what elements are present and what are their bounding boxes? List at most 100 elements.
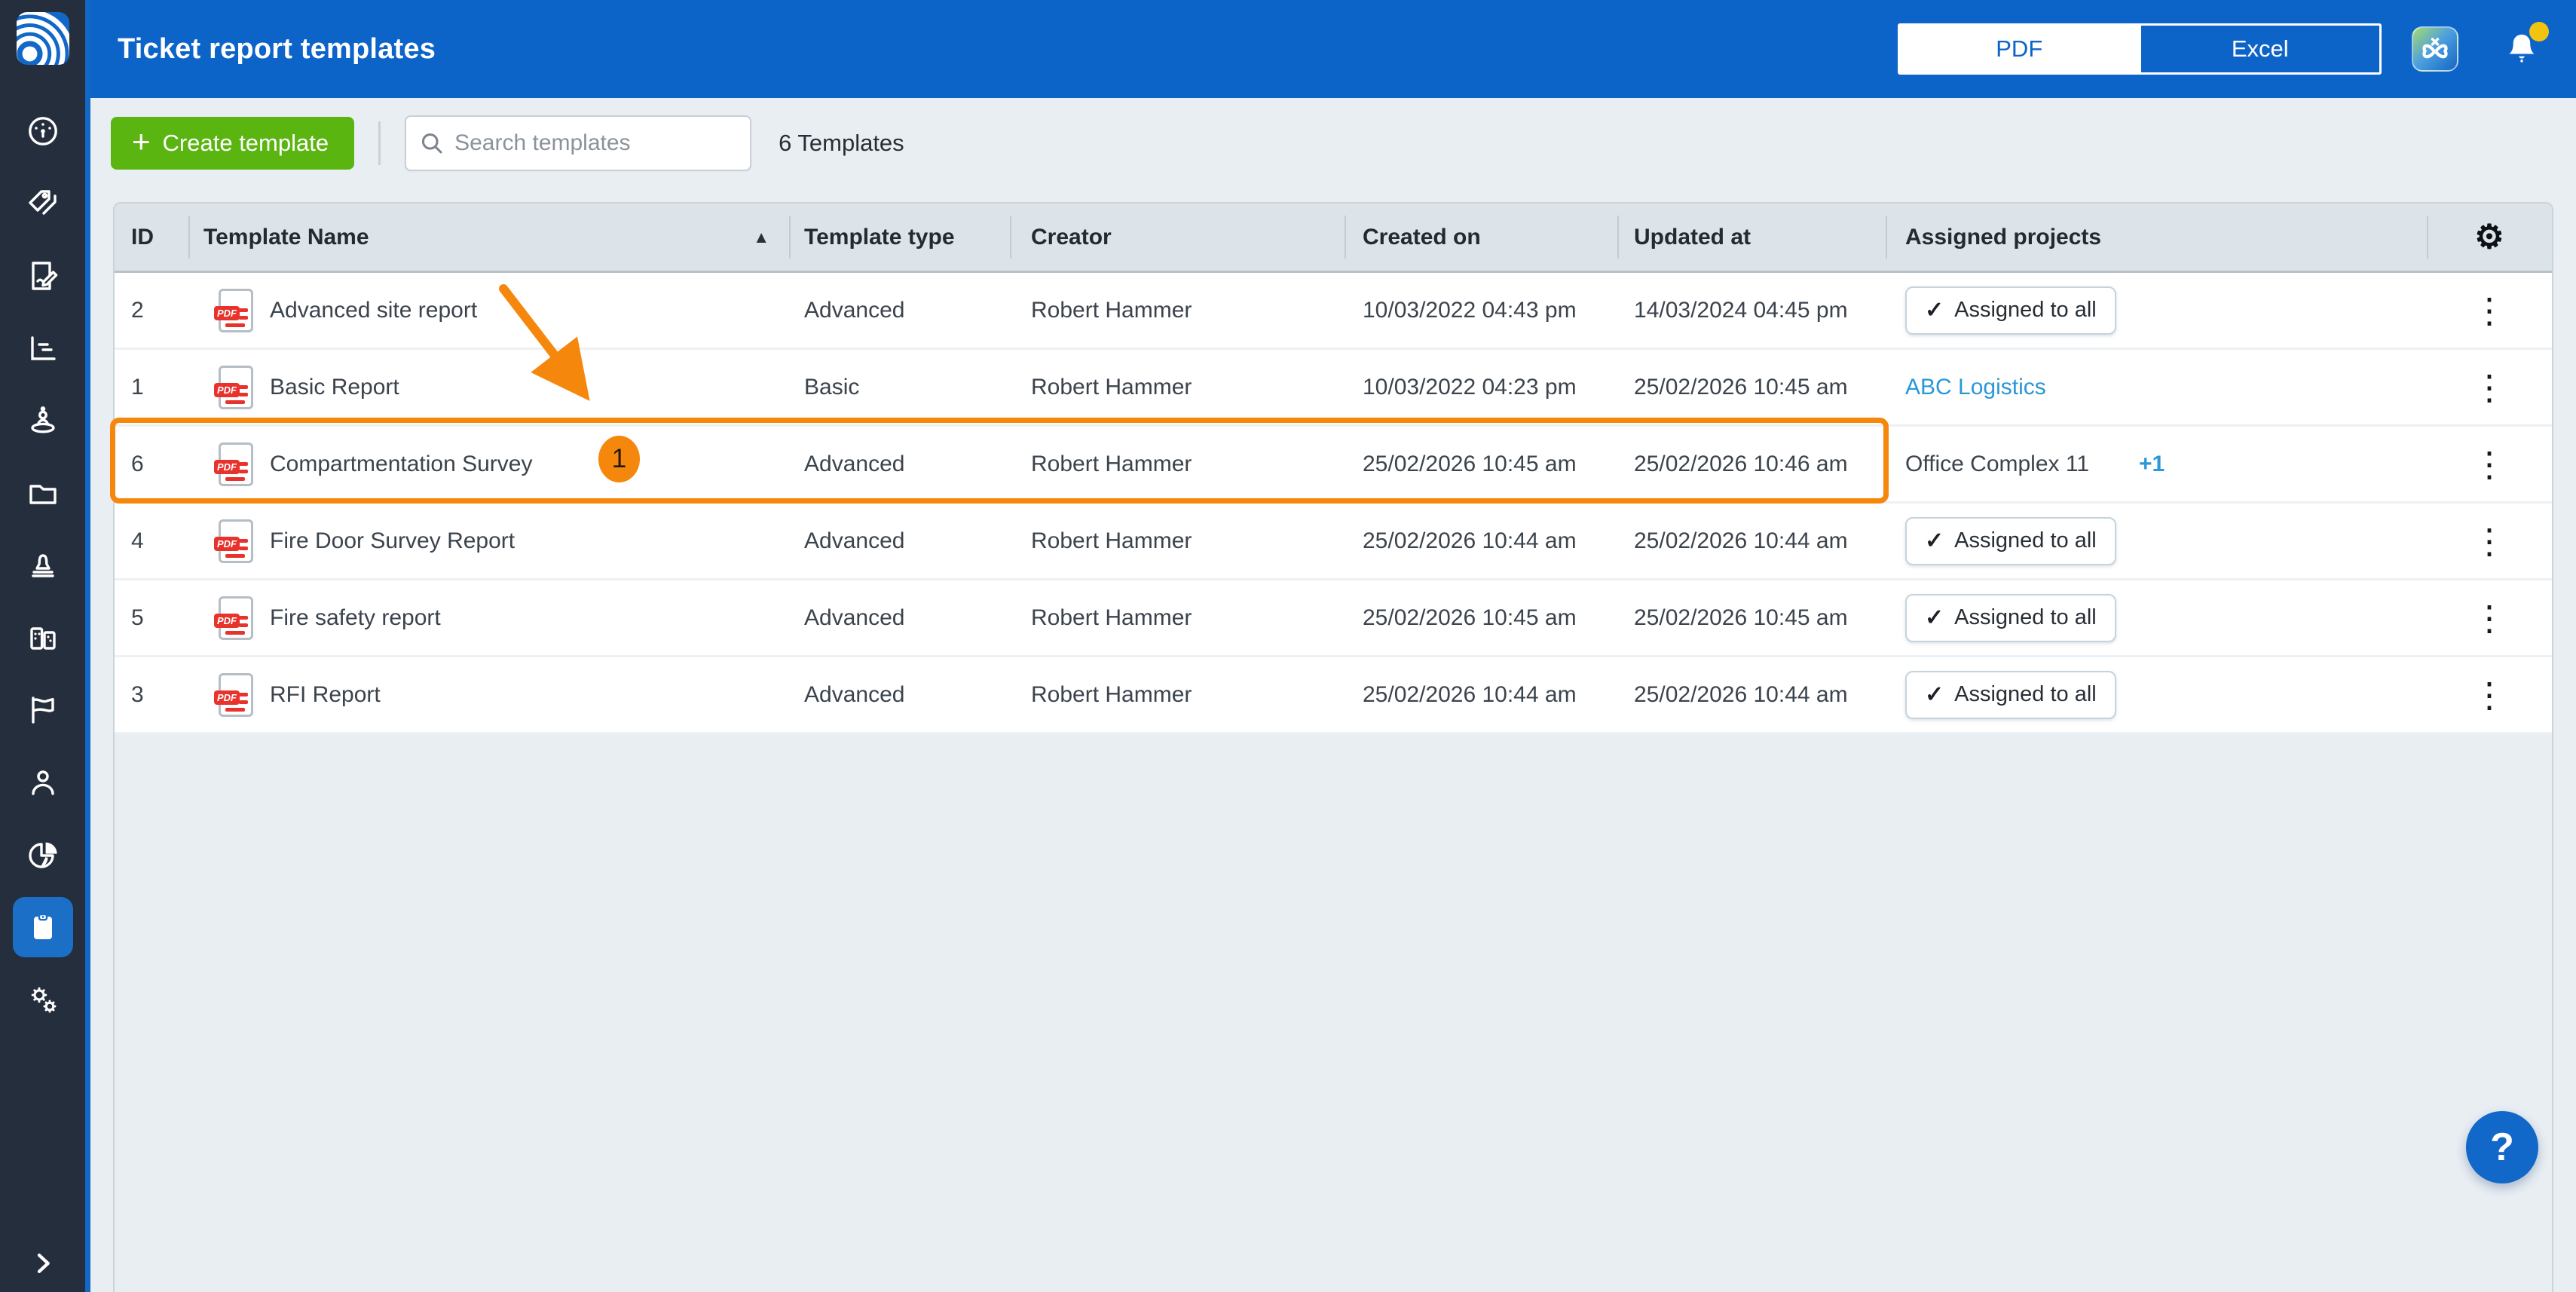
cell-assigned-projects: ABC Logistics <box>1886 350 2427 424</box>
cell-created-on: 25/02/2026 10:44 am <box>1345 504 1617 578</box>
row-menu-kebab-icon[interactable]: ⋮ <box>2472 447 2507 482</box>
sidebar-item-settings[interactable] <box>7 963 79 1036</box>
cell-actions: ⋮ <box>2427 657 2552 732</box>
table-row[interactable]: 4 PDF Fire Door Survey Report Advanced R… <box>115 504 2552 580</box>
notification-badge <box>2529 22 2549 41</box>
cell-id: 1 <box>115 350 188 424</box>
cell-template-name: PDF Basic Report <box>188 350 789 424</box>
app-logo[interactable] <box>17 12 69 65</box>
column-header-assigned-projects[interactable]: Assigned projects <box>1886 204 2427 271</box>
cell-template-name: PDF RFI Report <box>188 657 789 732</box>
templates-count: 6 Templates <box>779 130 904 157</box>
cell-created-on: 25/02/2026 10:44 am <box>1345 657 1617 732</box>
pdf-file-icon: PDF <box>219 366 253 409</box>
stamp-icon <box>25 547 61 583</box>
row-menu-kebab-icon[interactable]: ⋮ <box>2472 601 2507 635</box>
check-icon: ✓ <box>1925 297 1944 323</box>
sidebar-item-documents[interactable] <box>7 457 79 529</box>
sidebar-item-forms[interactable] <box>7 240 79 312</box>
assigned-project-link[interactable]: ABC Logistics <box>1905 375 2046 400</box>
table-row[interactable]: 2 PDF Advanced site report Advanced Robe… <box>115 273 2552 350</box>
assigned-to-all-badge[interactable]: ✓Assigned to all <box>1905 517 2116 565</box>
cell-creator: Robert Hammer <box>1010 504 1345 578</box>
table-row[interactable]: 1 PDF Basic Report Basic Robert Hammer 1… <box>115 350 2552 427</box>
cell-id: 4 <box>115 504 188 578</box>
sidebar-item-statistics[interactable] <box>7 312 79 384</box>
sidebar-nav <box>7 95 79 1036</box>
plus-icon: + <box>132 126 151 158</box>
row-menu-kebab-icon[interactable]: ⋮ <box>2472 678 2507 712</box>
flag-icon <box>25 692 61 728</box>
column-header-template-type[interactable]: Template type <box>789 204 1010 271</box>
format-toggle: PDF Excel <box>1898 23 2382 75</box>
brand-logo-icon <box>17 12 69 65</box>
assigned-to-all-badge[interactable]: ✓Assigned to all <box>1905 671 2116 719</box>
table-row[interactable]: 6 PDF Compartmentation Survey Advanced R… <box>115 427 2552 504</box>
pdf-toggle-button[interactable]: PDF <box>1900 26 2139 72</box>
cell-creator: Robert Hammer <box>1010 657 1345 732</box>
app-root: Ticket report templates PDF Excel + Crea… <box>0 0 2576 1292</box>
cell-actions: ⋮ <box>2427 580 2552 655</box>
cell-actions: ⋮ <box>2427 273 2552 347</box>
buildings-icon <box>25 620 61 656</box>
row-menu-kebab-icon[interactable]: ⋮ <box>2472 293 2507 328</box>
cell-creator: Robert Hammer <box>1010 580 1345 655</box>
assigned-to-all-badge[interactable]: ✓Assigned to all <box>1905 286 2116 335</box>
cell-assigned-projects: ✓Assigned to all <box>1886 504 2427 578</box>
cell-id: 3 <box>115 657 188 732</box>
table-settings-gear-icon[interactable]: ⚙ <box>2474 221 2504 254</box>
sidebar-item-tags[interactable] <box>7 167 79 240</box>
column-header-template-name[interactable]: Template Name ▲ <box>188 204 789 271</box>
cell-created-on: 25/02/2026 10:45 am <box>1345 427 1617 501</box>
sidebar-item-analytics[interactable] <box>7 819 79 891</box>
search-icon <box>418 130 445 157</box>
pdf-file-icon: PDF <box>219 673 253 717</box>
sidebar-item-approvals[interactable] <box>7 529 79 602</box>
cell-actions: ⋮ <box>2427 504 2552 578</box>
assigned-to-all-badge[interactable]: ✓Assigned to all <box>1905 594 2116 642</box>
sidebar-item-users[interactable] <box>7 746 79 819</box>
sidebar-item-flags[interactable] <box>7 674 79 746</box>
create-template-button[interactable]: + Create template <box>111 117 354 170</box>
search-input[interactable] <box>454 130 738 156</box>
person-icon <box>25 764 61 801</box>
cell-assigned-projects: Office Complex 11 +1 <box>1886 427 2427 501</box>
gears-icon <box>25 981 61 1018</box>
column-header-id[interactable]: ID <box>115 204 188 271</box>
cell-actions: ⋮ <box>2427 427 2552 501</box>
pdf-file-icon: PDF <box>219 442 253 486</box>
cell-template-type: Basic <box>789 350 1010 424</box>
notifications-bell[interactable] <box>2502 28 2541 70</box>
toolbar-divider <box>378 121 381 165</box>
cell-template-name: PDF Fire safety report <box>188 580 789 655</box>
folder-icon <box>25 475 61 511</box>
table-header-row: ID Template Name ▲ Template type Creator… <box>115 204 2552 273</box>
search-box <box>405 115 751 171</box>
sidebar-item-dashboard[interactable] <box>7 95 79 167</box>
cell-id: 6 <box>115 427 188 501</box>
cell-updated-at: 25/02/2026 10:45 am <box>1617 350 1886 424</box>
table-row[interactable]: 3 PDF RFI Report Advanced Robert Hammer … <box>115 657 2552 734</box>
cell-created-on: 25/02/2026 10:45 am <box>1345 580 1617 655</box>
butterfly-icon <box>2418 32 2452 66</box>
cell-id: 5 <box>115 580 188 655</box>
cell-assigned-projects: ✓Assigned to all <box>1886 657 2427 732</box>
more-projects-link[interactable]: +1 <box>2139 452 2165 477</box>
cell-template-name: PDF Fire Door Survey Report <box>188 504 789 578</box>
assigned-project-name: Office Complex 11 <box>1905 452 2089 477</box>
sidebar <box>0 0 90 1292</box>
row-menu-kebab-icon[interactable]: ⋮ <box>2472 524 2507 559</box>
table-row[interactable]: 5 PDF Fire safety report Advanced Robert… <box>115 580 2552 657</box>
sidebar-expand-button[interactable] <box>0 1248 85 1278</box>
column-header-updated-at[interactable]: Updated at <box>1617 204 1886 271</box>
sidebar-item-companies[interactable] <box>7 602 79 674</box>
sidebar-item-report-templates[interactable] <box>7 891 79 963</box>
row-menu-kebab-icon[interactable]: ⋮ <box>2472 370 2507 405</box>
sidebar-item-site-contacts[interactable] <box>7 384 79 457</box>
column-header-created-on[interactable]: Created on <box>1345 204 1617 271</box>
excel-toggle-button[interactable]: Excel <box>2139 26 2380 72</box>
marketplace-app-button[interactable] <box>2412 26 2458 72</box>
clipboard-icon <box>25 909 61 945</box>
help-button[interactable]: ? <box>2466 1111 2538 1183</box>
column-header-creator[interactable]: Creator <box>1010 204 1345 271</box>
